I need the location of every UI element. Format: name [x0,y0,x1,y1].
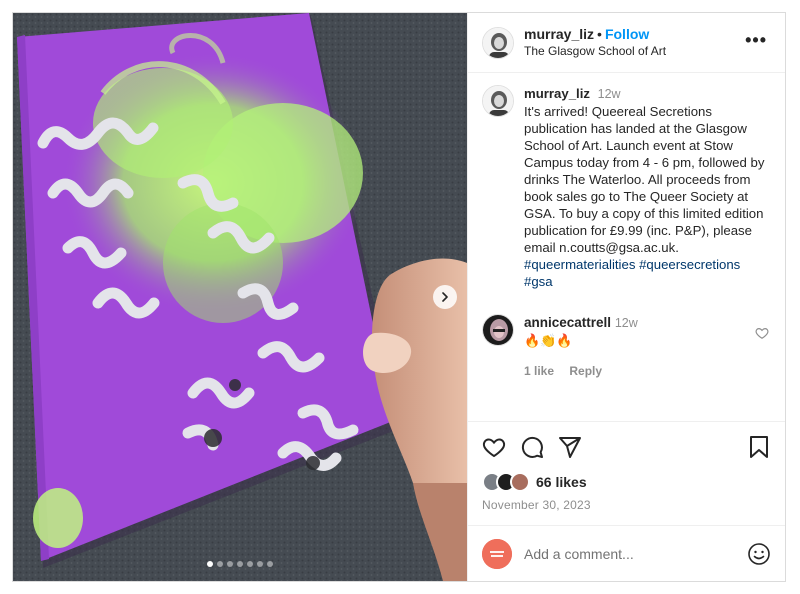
comment-button[interactable] [520,435,544,459]
caption-body: murray_liz 12w It's arrived! Queereal Se… [524,85,771,290]
heart-icon [482,438,506,458]
carousel-dot [217,561,223,567]
current-user-avatar [482,538,512,569]
likes-row: 66 likes [482,472,771,492]
follow-button[interactable]: Follow [605,26,649,42]
author-username[interactable]: murray_liz [524,26,594,42]
separator-dot: • [597,25,602,42]
caption-text: It's arrived! Queereal Secretions public… [524,104,765,255]
chevron-right-icon [442,292,448,302]
post-caption: murray_liz 12w It's arrived! Queereal Se… [482,85,771,290]
comment-input[interactable] [524,545,747,562]
comment-meta: 1 like Reply [524,363,638,380]
hashtag-link[interactable]: #gsa [524,274,553,289]
likes-count[interactable]: 66 likes [536,474,587,490]
post-actions: 66 likes November 30, 2023 [468,421,785,581]
post-location[interactable]: The Glasgow School of Art [524,43,666,60]
carousel-dot [267,561,273,567]
paper-plane-icon [559,437,581,458]
post-media[interactable] [13,13,467,581]
comment-item: annicecattrell 12w 🔥👏🔥 1 like Reply [482,314,771,380]
carousel-dot [237,561,243,567]
author-avatar-image [483,27,513,58]
emoji-button[interactable] [747,542,771,566]
smile-icon [748,542,770,565]
liker-avatar [510,472,530,492]
carousel-dot [257,561,263,567]
comment-time[interactable]: 12w [615,316,638,330]
commenter-avatar-image [483,315,513,345]
comments-section: murray_liz 12w It's arrived! Queereal Se… [468,73,785,421]
comment-icon [521,436,543,458]
caption-time[interactable]: 12w [598,87,621,101]
action-icons [482,432,771,462]
instagram-post: murray_liz • Follow The Glasgow School of … [12,12,786,582]
post-header: murray_liz • Follow The Glasgow School of … [468,13,785,73]
carousel-dot [207,561,213,567]
caption-username[interactable]: murray_liz [524,86,590,101]
comment-likes[interactable]: 1 like [524,364,554,378]
comment-body: annicecattrell 12w 🔥👏🔥 1 like Reply [524,314,638,380]
comment-username[interactable]: annicecattrell [524,315,611,330]
more-options-button[interactable]: ••• [745,31,767,49]
bookmark-icon [750,436,768,458]
carousel-indicator [13,561,467,567]
commenter-avatar[interactable] [482,314,514,346]
save-button[interactable] [749,435,769,464]
comment-composer [468,525,785,581]
author-avatar[interactable] [482,26,514,59]
heart-icon [755,328,769,339]
current-user-avatar-image [482,538,512,569]
share-button[interactable] [558,435,582,459]
carousel-dot [227,561,233,567]
comment-like-button[interactable] [755,326,769,345]
carousel-dot [247,561,253,567]
hashtag-link[interactable]: #queersecretions [639,257,740,272]
caption-avatar[interactable] [482,85,514,117]
like-button[interactable] [482,435,506,459]
post-date[interactable]: November 30, 2023 [482,498,771,512]
post-photo [13,13,467,581]
reply-button[interactable]: Reply [569,364,602,378]
next-slide-button[interactable] [433,285,457,309]
hashtag-link[interactable]: #queermaterialities [524,257,635,272]
caption-avatar-image [483,86,513,116]
liker-avatars[interactable] [482,472,530,492]
comment-text: 🔥👏🔥 [524,333,573,348]
post-sidebar: murray_liz • Follow The Glasgow School of … [467,13,785,581]
